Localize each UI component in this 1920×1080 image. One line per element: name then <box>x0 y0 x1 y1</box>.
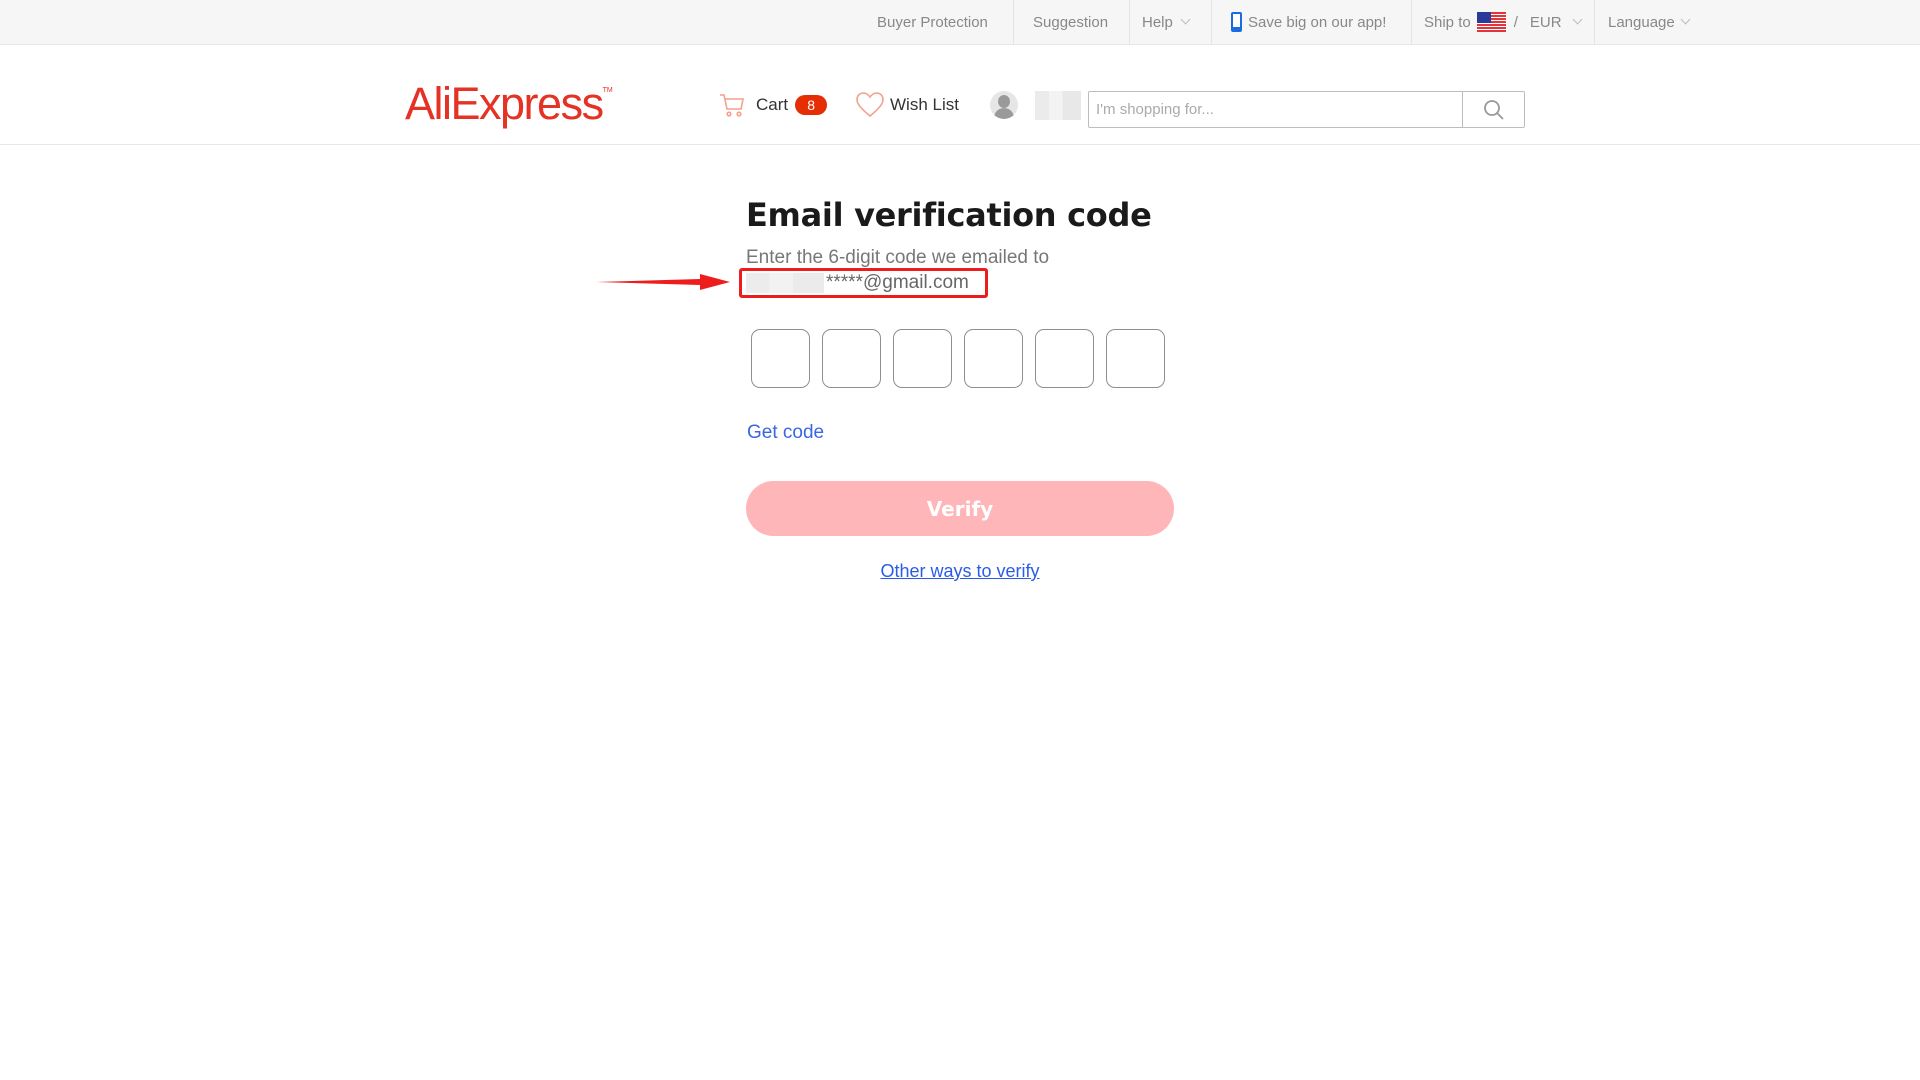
email-redacted <box>746 272 824 293</box>
username-redacted[interactable] <box>1035 91 1081 120</box>
search-icon <box>1483 99 1504 120</box>
suggestion-link[interactable]: Suggestion <box>1033 0 1108 44</box>
language-menu[interactable]: Language <box>1608 0 1691 44</box>
divider <box>1594 0 1595 44</box>
search-bar <box>1088 91 1525 128</box>
other-ways-to-verify-link[interactable]: Other ways to verify <box>880 561 1039 581</box>
code-digit-4[interactable] <box>964 329 1023 388</box>
code-digit-6[interactable] <box>1106 329 1165 388</box>
cart-icon <box>720 94 744 117</box>
chevron-down-icon <box>1680 14 1691 25</box>
buyer-protection-link[interactable]: Buyer Protection <box>877 0 988 44</box>
code-digit-3[interactable] <box>893 329 952 388</box>
code-digit-5[interactable] <box>1035 329 1094 388</box>
avatar[interactable] <box>990 91 1018 119</box>
ship-to-label: Ship to <box>1424 13 1471 31</box>
instruction-text: Enter the 6-digit code we emailed to <box>746 247 1050 268</box>
verify-button[interactable]: Verify <box>746 481 1174 536</box>
divider <box>1211 0 1212 44</box>
search-button[interactable] <box>1462 92 1524 127</box>
trademark: TM <box>602 87 613 94</box>
cart-label: Cart <box>756 95 789 114</box>
aliexpress-logo[interactable]: AliExpressTM <box>405 81 613 126</box>
logo-text: AliExpress <box>405 78 604 129</box>
cart-link[interactable]: Cart 8 <box>718 91 828 119</box>
email-text: *****@gmail.com <box>826 272 969 293</box>
currency-label: EUR <box>1529 13 1562 31</box>
code-digit-1[interactable] <box>751 329 810 388</box>
code-digit-2[interactable] <box>822 329 881 388</box>
help-menu[interactable]: Help <box>1142 0 1191 44</box>
other-ways-container: Other ways to verify <box>0 561 1920 582</box>
search-input[interactable] <box>1089 92 1462 127</box>
site-header: AliExpressTM Cart 8 Wish List <box>0 45 1920 145</box>
ship-to-menu[interactable]: Ship to / EUR <box>1424 0 1582 44</box>
wishlist-link[interactable]: Wish List <box>855 91 959 119</box>
phone-icon <box>1231 12 1242 32</box>
separator: / <box>1513 13 1518 31</box>
app-promo-link[interactable]: Save big on our app! <box>1231 0 1386 44</box>
suggestion-label: Suggestion <box>1033 13 1109 31</box>
divider <box>1013 0 1014 44</box>
help-label: Help <box>1142 13 1173 31</box>
top-bar: Buyer Protection Suggestion Help Save bi… <box>0 0 1920 45</box>
buyer-protection-label: Buyer Protection <box>877 13 988 31</box>
app-promo-label: Save big on our app! <box>1248 13 1387 31</box>
chevron-down-icon <box>1180 14 1191 25</box>
chevron-down-icon <box>1572 14 1582 25</box>
get-code-link[interactable]: Get code <box>747 422 824 444</box>
code-input-group <box>751 329 1177 388</box>
avatar-head <box>998 95 1010 108</box>
heart-icon <box>856 92 884 118</box>
wishlist-label: Wish List <box>890 95 959 114</box>
divider <box>1129 0 1130 44</box>
masked-email: *****@gmail.com <box>746 270 969 295</box>
language-label: Language <box>1608 13 1675 31</box>
avatar-body <box>994 108 1014 119</box>
cart-count-badge: 8 <box>795 95 828 115</box>
divider <box>1411 0 1412 44</box>
page-title: Email verification code <box>746 196 1152 234</box>
us-flag-icon <box>1476 12 1506 32</box>
annotation-arrow-icon <box>596 274 730 290</box>
